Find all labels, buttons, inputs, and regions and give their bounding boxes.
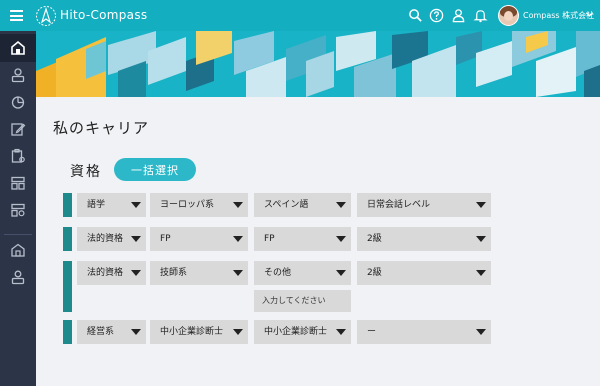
sidebar <box>0 31 36 386</box>
bell-icon[interactable] <box>473 8 488 23</box>
caret-down-icon <box>131 270 141 276</box>
bulk-select-button[interactable]: 一括選択 <box>114 158 196 181</box>
category-select[interactable]: 法的資格 <box>77 261 146 285</box>
sidebar-item-edit[interactable] <box>0 115 36 143</box>
chevron-down-icon[interactable] <box>585 10 594 19</box>
avatar[interactable] <box>498 5 519 26</box>
sidebar-item-building[interactable] <box>0 236 36 264</box>
qualification-select[interactable]: スペイン語 <box>254 193 351 217</box>
category-select[interactable]: 法的資格 <box>77 227 146 251</box>
profile-icon <box>11 68 25 83</box>
level-select[interactable]: 2級 <box>357 227 491 251</box>
caret-down-icon <box>336 270 346 276</box>
brand-name: Hito-Compass <box>60 8 148 22</box>
caret-down-icon <box>476 329 486 335</box>
caret-down-icon <box>233 236 243 242</box>
row-marker <box>63 193 72 217</box>
edit-icon <box>11 123 26 136</box>
page-title: 私のキャリア <box>53 119 150 137</box>
help-icon[interactable] <box>429 8 444 23</box>
subcategory-select[interactable]: FP <box>150 227 248 251</box>
row-marker <box>63 227 72 251</box>
company-name[interactable]: Compass 株式会社 <box>523 10 594 21</box>
caret-down-icon <box>233 270 243 276</box>
caret-down-icon <box>131 202 141 208</box>
qualification-select[interactable]: FP <box>254 227 351 251</box>
user-icon[interactable] <box>451 8 466 23</box>
building-icon <box>11 243 25 257</box>
sidebar-item-clipboard-settings[interactable] <box>0 142 36 170</box>
caret-down-icon <box>336 202 346 208</box>
caret-down-icon <box>233 202 243 208</box>
sidebar-item-layout-settings[interactable] <box>0 196 36 224</box>
sidebar-item-people[interactable] <box>0 263 36 291</box>
qualification-select[interactable]: その他 <box>254 261 351 285</box>
caret-down-icon <box>131 236 141 242</box>
sidebar-item-home[interactable] <box>0 34 36 62</box>
section-title: 資格 <box>70 164 102 180</box>
level-select[interactable]: ー <box>357 320 491 344</box>
category-select[interactable]: 経営系 <box>77 320 146 344</box>
clipboard-gear-icon <box>11 148 25 163</box>
layout-icon <box>11 176 25 190</box>
caret-down-icon <box>336 236 346 242</box>
level-select[interactable]: 日常会話レベル <box>357 193 491 217</box>
header-banner <box>36 31 600 97</box>
qualification-select[interactable]: 中小企業診断士 <box>254 320 351 344</box>
people-icon <box>11 270 25 285</box>
search-icon[interactable] <box>408 8 423 23</box>
top-bar: Hito-Compass Compass 株式会社 <box>0 0 600 31</box>
sidebar-item-profile[interactable] <box>0 61 36 89</box>
caret-down-icon <box>131 329 141 335</box>
caret-down-icon <box>476 236 486 242</box>
layout-gear-icon <box>11 203 25 217</box>
menu-icon[interactable] <box>10 10 23 21</box>
category-select[interactable]: 語学 <box>77 193 146 217</box>
other-qualification-input[interactable]: 入力してください <box>254 290 351 312</box>
logo-icon <box>36 6 56 26</box>
row-marker <box>63 261 72 312</box>
sidebar-item-layout[interactable] <box>0 169 36 197</box>
caret-down-icon <box>476 202 486 208</box>
home-icon <box>11 40 25 55</box>
sidebar-item-chart[interactable] <box>0 88 36 116</box>
subcategory-select[interactable]: ヨーロッパ系 <box>150 193 248 217</box>
caret-down-icon <box>336 329 346 335</box>
caret-down-icon <box>476 270 486 276</box>
sidebar-divider <box>4 234 32 235</box>
row-marker <box>63 320 72 344</box>
subcategory-select[interactable]: 中小企業診断士 <box>150 320 248 344</box>
level-select[interactable]: 2級 <box>357 261 491 285</box>
caret-down-icon <box>233 329 243 335</box>
chart-icon <box>11 96 25 109</box>
subcategory-select[interactable]: 技師系 <box>150 261 248 285</box>
